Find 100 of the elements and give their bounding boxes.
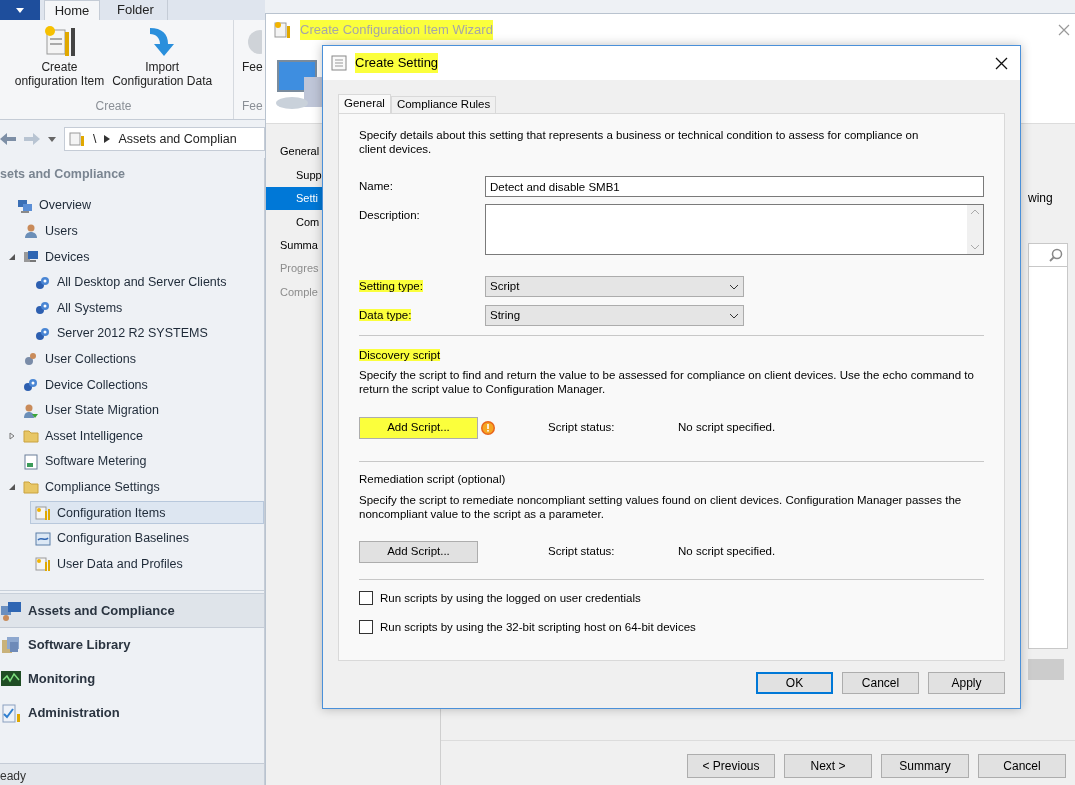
tree-item[interactable]: Overview <box>12 194 264 218</box>
tree-item[interactable]: Server 2012 R2 SYSTEMS <box>30 322 264 346</box>
dialog-tab[interactable]: Compliance Rules <box>390 96 497 113</box>
address-bar[interactable]: \ Assets and Complian <box>64 127 265 151</box>
config-item-icon <box>274 21 292 39</box>
chevron-icon <box>104 135 111 143</box>
config-item-icon <box>69 131 85 147</box>
tree-item[interactable]: Configuration Items <box>30 501 264 525</box>
scroll-down-icon[interactable] <box>971 245 979 250</box>
tree-item[interactable]: Compliance Settings <box>18 475 264 499</box>
tree-item[interactable]: Software Metering <box>18 450 264 474</box>
tree-item[interactable]: Devices <box>18 245 264 269</box>
tree-item[interactable]: User Collections <box>18 347 264 371</box>
warning-icon <box>480 419 496 436</box>
scrollbar[interactable] <box>967 205 983 254</box>
wizard-step: Supp <box>266 163 323 187</box>
ribbon-command[interactable]: Create onfiguration Item <box>14 24 105 88</box>
workspace-button[interactable]: Monitoring <box>0 662 264 696</box>
dialog-button[interactable]: Cancel <box>842 672 919 694</box>
window-title: Create Configuration Item Wizard <box>300 20 493 40</box>
scroll-up-icon[interactable] <box>971 209 979 214</box>
user-icon <box>23 223 39 240</box>
dialog-button[interactable]: OK <box>756 672 833 694</box>
dialog-tab[interactable]: General <box>338 94 391 113</box>
back-arrow-icon[interactable] <box>0 132 16 146</box>
dropdown[interactable]: String <box>485 305 744 326</box>
status-value: No script specified. <box>678 420 776 436</box>
wizard-button[interactable]: Summary <box>881 753 969 778</box>
status-value: No script specified. <box>678 544 776 560</box>
wizard-button[interactable]: Next > <box>784 753 872 778</box>
description-fragment: wing <box>1028 190 1053 207</box>
wizard-step: General <box>266 140 323 164</box>
list-box[interactable] <box>1028 267 1068 649</box>
tree-item[interactable]: Users <box>18 219 264 243</box>
section-heading: Remediation script (optional) <box>359 473 506 486</box>
collection-icon <box>35 325 51 342</box>
workspace-button[interactable]: Software Library <box>0 628 264 662</box>
config-item-icon <box>35 556 51 573</box>
chevron-down-icon <box>729 283 739 290</box>
status-label: Script status: <box>548 544 616 560</box>
wizard-button[interactable]: Cancel <box>978 753 1066 778</box>
baseline-icon <box>35 530 51 547</box>
search-icon <box>1049 248 1063 262</box>
add-script-button[interactable]: Add Script... <box>359 416 478 439</box>
wizard-step: Setti <box>266 186 323 211</box>
section-heading: Discovery script <box>359 349 441 361</box>
wizard-step: Progres <box>266 256 323 281</box>
collection-icon <box>23 376 39 393</box>
field-label: Setting type: <box>359 279 423 292</box>
pane-title: sets and Compliance <box>0 165 126 183</box>
workspace-button[interactable]: Administration <box>0 696 264 730</box>
field-label: Description: <box>359 209 420 221</box>
tree-item[interactable]: All Systems <box>30 296 264 320</box>
tree-item[interactable]: Asset Intelligence <box>18 424 264 448</box>
add-script-button[interactable]: Add Script... <box>359 541 478 563</box>
ribbon-tab[interactable]: Home <box>44 0 100 20</box>
checkbox[interactable] <box>359 620 373 635</box>
chevron-down-icon <box>729 312 739 319</box>
field-label: Data type: <box>359 308 412 321</box>
dialog-title: Create Setting <box>355 53 439 73</box>
config-item-icon <box>35 504 51 521</box>
status-bar: eady <box>0 763 264 785</box>
folder-icon <box>23 479 39 496</box>
user-migration-icon <box>23 402 39 419</box>
name-field[interactable]: Detect and disable SMB1 <box>485 176 984 197</box>
search-field[interactable] <box>1028 243 1068 267</box>
dialog-button[interactable]: Apply <box>928 672 1005 694</box>
collection-icon <box>35 300 51 317</box>
file-tab[interactable] <box>0 0 40 20</box>
wizard-step: Com <box>266 210 323 234</box>
tree-item[interactable]: Device Collections <box>18 373 264 397</box>
close-icon[interactable] <box>995 56 1008 70</box>
software-library-icon <box>0 634 22 656</box>
dropdown[interactable]: Script <box>485 276 744 297</box>
caret-icon <box>16 7 24 13</box>
section-description: Specify the script to remediate noncompliant setting values found on client devices. Configuration Manager passes the noncompliant value to the script as a parameter. <box>359 492 963 521</box>
tree-item[interactable]: User Data and Profiles <box>30 552 264 576</box>
ribbon-command[interactable]: Import Configuration Data <box>112 24 213 88</box>
tree-item[interactable]: All Desktop and Server Clients <box>30 271 264 295</box>
computers-icon <box>0 599 22 622</box>
breadcrumb-item[interactable]: Assets and Complian <box>118 129 237 149</box>
tree-item[interactable]: User State Migration <box>18 399 264 423</box>
ribbon-group-label: Create <box>95 98 132 115</box>
collection-icon <box>35 274 51 291</box>
workspace-button[interactable]: Assets and Compliance <box>0 594 264 628</box>
tree-item[interactable]: Configuration Baselines <box>30 527 264 550</box>
checkbox-label: Run scripts by using the logged on user credentials <box>380 590 641 606</box>
checkbox[interactable] <box>359 591 373 606</box>
section-description: Specify the script to find and return the value to be assessed for compliance on client devices. Use the echo command to return the script value to Configuration Manager. <box>359 368 975 397</box>
wizard-step: Summa <box>266 233 323 257</box>
wizard-button[interactable]: < Previous <box>687 753 775 778</box>
description-field[interactable] <box>485 204 984 255</box>
ribbon-group-label: Fee <box>242 98 263 115</box>
caret-icon[interactable] <box>48 136 56 142</box>
computer-icon <box>23 249 39 265</box>
breadcrumb-root[interactable]: \ <box>93 129 97 149</box>
user-collection-icon <box>23 351 39 368</box>
meter-icon <box>23 453 39 470</box>
status-label: Script status: <box>548 420 616 436</box>
ribbon-command[interactable]: Fee <box>242 24 263 74</box>
